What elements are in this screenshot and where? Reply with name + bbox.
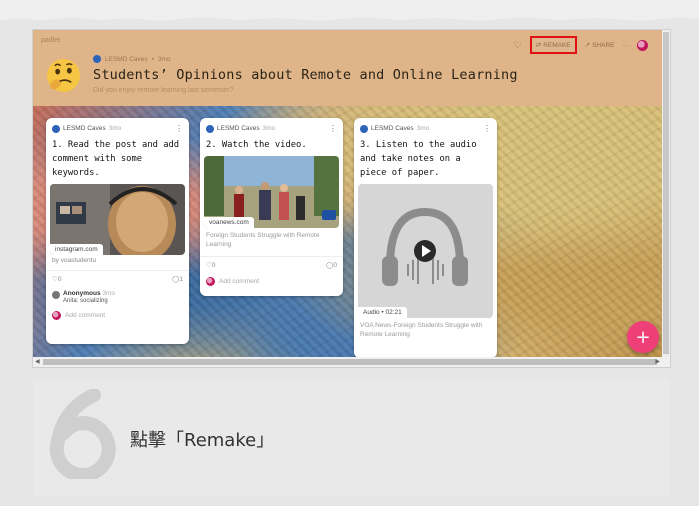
separator-dot: •: [151, 55, 154, 63]
share-label: SHARE: [592, 41, 615, 49]
board-subtitle: Did you enjoy remote learning last semes…: [93, 87, 234, 94]
card-media-audio[interactable]: Audio • 02:21: [358, 184, 493, 318]
like-count: 0: [211, 262, 216, 269]
scroll-left-icon[interactable]: ◀: [35, 358, 40, 365]
author-avatar: [52, 124, 60, 133]
card-header: LESMD Caves 3mo ⋮: [354, 118, 497, 136]
share-icon: ↗: [584, 42, 591, 49]
card-caption: VOA News-Foreign Students Struggle with …: [360, 322, 483, 338]
user-avatar: [206, 277, 215, 286]
card-header: LESMD Caves 3mo ⋮: [46, 118, 189, 136]
share-button[interactable]: ↗ SHARE: [584, 41, 615, 50]
board-author: LESMD Caves: [105, 55, 148, 63]
user-avatar: [52, 311, 61, 320]
post-card-3[interactable]: LESMD Caves 3mo ⋮ 3. Listen to the audio…: [354, 118, 497, 358]
like-count: 0: [57, 276, 62, 283]
card-header: LESMD Caves 3mo ⋮: [200, 118, 343, 136]
step-number-graphic: [49, 389, 116, 479]
post-card-1[interactable]: LESMD Caves 3mo ⋮ 1. Read the post and a…: [46, 118, 189, 344]
add-comment-field[interactable]: Add comment: [200, 273, 343, 290]
comment-text: Anita: socializing: [63, 298, 108, 304]
padlet-logo[interactable]: padlet: [41, 37, 60, 44]
card-title: 1. Read the post and add comment with so…: [52, 140, 180, 178]
card-title: 2. Watch the video.: [206, 140, 307, 150]
card-media-video[interactable]: voanews.com: [204, 156, 339, 228]
like-button[interactable]: ♡0: [206, 261, 215, 269]
author-avatar: [360, 124, 368, 133]
remake-button[interactable]: ⇄ REMAKE: [529, 36, 577, 54]
more-menu-icon[interactable]: ···: [623, 42, 630, 49]
vertical-scrollbar[interactable]: [662, 30, 670, 357]
like-button[interactable]: ♡0: [52, 275, 61, 283]
padlet-screenshot: padlet LESMD Caves • 3mo Students’ Opini…: [33, 30, 670, 367]
card-more-icon[interactable]: ⋮: [483, 124, 491, 133]
comment-count-button[interactable]: ◯0: [326, 261, 337, 269]
thinking-face-icon: [46, 58, 81, 93]
audio-duration: Audio • 02:21: [358, 307, 407, 318]
step-panel: [33, 379, 670, 497]
heart-icon[interactable]: ♡: [514, 40, 522, 51]
card-author: LESMD Caves: [63, 125, 106, 132]
media-source: instagram.com: [50, 244, 103, 255]
card-title: 3. Listen to the audio and take notes on…: [360, 140, 477, 178]
author-avatar: [93, 55, 101, 63]
remake-label: REMAKE: [543, 41, 571, 49]
add-post-button[interactable]: +: [627, 321, 659, 353]
card-time: 3mo: [262, 125, 276, 132]
remake-icon: ⇄: [535, 42, 542, 49]
card-more-icon[interactable]: ⋮: [329, 124, 337, 133]
step-instruction: 點擊「Remake」: [130, 430, 275, 451]
horizontal-scroll-thumb[interactable]: [43, 359, 657, 365]
add-comment-placeholder: Add comment: [65, 312, 106, 319]
user-avatar[interactable]: [637, 39, 648, 51]
comment-time: 3mo: [102, 290, 116, 297]
card-time: 3mo: [416, 125, 430, 132]
padlet-header: padlet LESMD Caves • 3mo Students’ Opini…: [33, 30, 662, 106]
card-caption: Foreign Students Struggle with Remote Le…: [206, 232, 320, 248]
author-avatar: [206, 124, 214, 133]
card-time: 3mo: [108, 125, 122, 132]
board-author-line: LESMD Caves • 3mo: [93, 55, 171, 63]
add-comment-field[interactable]: Add comment: [46, 307, 189, 324]
post-card-2[interactable]: LESMD Caves 3mo ⋮ 2. Watch the video. vo…: [200, 118, 343, 296]
scroll-right-icon[interactable]: ▶: [655, 358, 660, 365]
headphones-icon: [382, 207, 468, 286]
board-time: 3mo: [157, 55, 171, 63]
horizontal-scrollbar[interactable]: ◀ ▶: [33, 357, 670, 367]
board-title: Students’ Opinions about Remote and Onli…: [93, 67, 518, 83]
vertical-scroll-thumb[interactable]: [663, 32, 669, 354]
media-source: voanews.com: [204, 217, 254, 228]
card-author: LESMD Caves: [217, 125, 260, 132]
torn-paper-edge: [0, 0, 699, 34]
comment-count: 1: [179, 276, 183, 283]
comment-count: 0: [333, 262, 337, 269]
card-reactions: ♡0 ◯1: [46, 270, 189, 287]
comment-author: Anonymous: [63, 290, 101, 297]
card-media-image[interactable]: instagram.com: [50, 184, 185, 255]
card-byline: by voastudentu: [52, 257, 97, 264]
board-toolbar: ♡ ⇄ REMAKE ↗ SHARE ···: [514, 36, 648, 54]
comment-count-button[interactable]: ◯1: [172, 275, 183, 283]
add-comment-placeholder: Add comment: [219, 278, 260, 285]
anonymous-avatar: [52, 291, 60, 299]
comment-item: Anonymous 3mo Anita: socializing: [46, 287, 189, 307]
card-author: LESMD Caves: [371, 125, 414, 132]
card-reactions: ♡0 ◯0: [200, 256, 343, 273]
card-more-icon[interactable]: ⋮: [175, 124, 183, 133]
